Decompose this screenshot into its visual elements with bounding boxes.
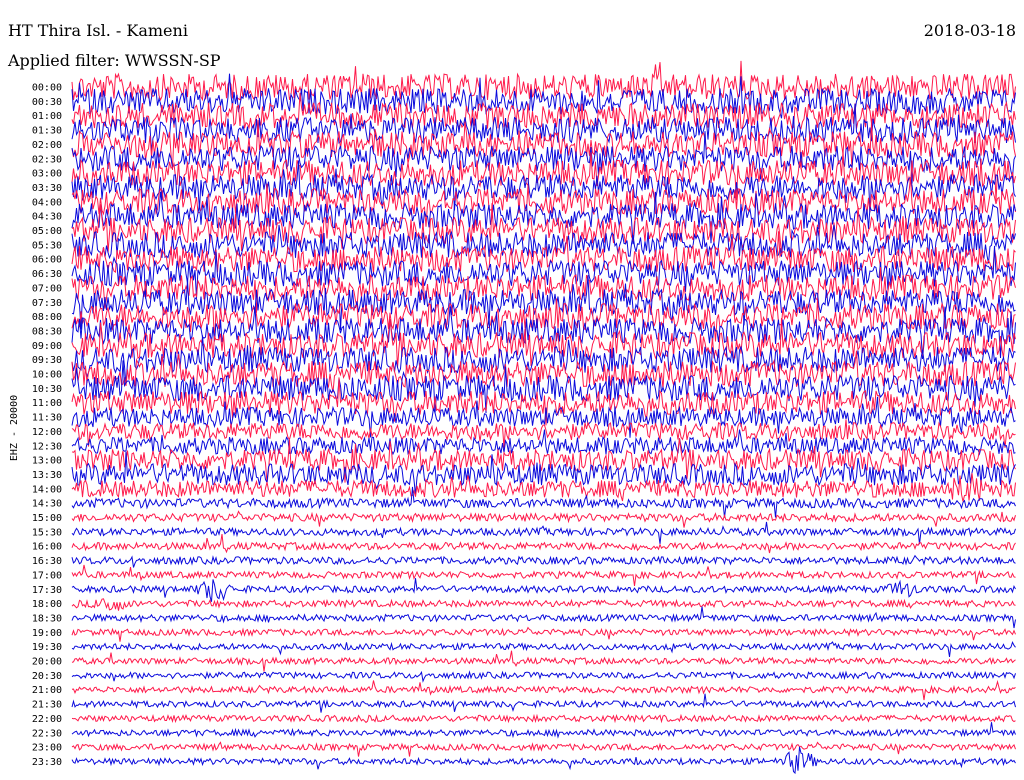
time-tick-label: 10:00 (32, 370, 62, 381)
time-tick-label: 18:30 (32, 613, 62, 624)
time-tick-label: 04:00 (32, 197, 62, 208)
station-title: HT Thira Isl. - Kameni (8, 21, 188, 40)
channel-label: EHZ - 20000 (9, 395, 20, 461)
time-tick-label: 07:00 (32, 283, 62, 294)
time-tick-label: 12:00 (32, 427, 62, 438)
time-tick-label: 23:00 (32, 743, 62, 754)
time-tick-label: 04:30 (32, 212, 62, 223)
time-tick-label: 01:00 (32, 111, 62, 122)
time-tick-label: 19:30 (32, 642, 62, 653)
time-tick-label: 22:30 (32, 728, 62, 739)
time-tick-label: 06:00 (32, 255, 62, 266)
time-tick-label: 05:30 (32, 240, 62, 251)
time-tick-label: 21:30 (32, 700, 62, 711)
time-tick-label: 03:30 (32, 183, 62, 194)
time-tick-label: 11:00 (32, 398, 62, 409)
time-tick-label: 12:30 (32, 441, 62, 452)
time-tick-label: 09:00 (32, 341, 62, 352)
time-tick-label: 14:00 (32, 484, 62, 495)
time-tick-label: 07:30 (32, 298, 62, 309)
time-tick-label: 01:30 (32, 126, 62, 137)
time-tick-label: 00:00 (32, 83, 62, 94)
time-tick-label: 10:30 (32, 384, 62, 395)
time-tick-label: 21:00 (32, 685, 62, 696)
time-tick-label: 22:00 (32, 714, 62, 725)
time-tick-label: 20:00 (32, 657, 62, 668)
time-tick-label: 05:00 (32, 226, 62, 237)
time-tick-label: 02:00 (32, 140, 62, 151)
time-tick-label: 03:00 (32, 169, 62, 180)
time-tick-label: 15:30 (32, 527, 62, 538)
time-tick-label: 18:00 (32, 599, 62, 610)
time-tick-label: 15:00 (32, 513, 62, 524)
time-tick-label: 17:00 (32, 570, 62, 581)
chart-date: 2018-03-18 (924, 21, 1016, 40)
time-tick-label: 14:30 (32, 499, 62, 510)
time-tick-label: 20:30 (32, 671, 62, 682)
time-tick-label: 00:30 (32, 97, 62, 108)
time-tick-label: 16:00 (32, 542, 62, 553)
time-tick-label: 08:30 (32, 326, 62, 337)
time-tick-label: 19:00 (32, 628, 62, 639)
time-tick-label: 09:30 (32, 355, 62, 366)
time-tick-label: 17:30 (32, 585, 62, 596)
helicorder-chart: 00:00 00:30 01:00 01:30 02:00 02:30 03:00 03:30… (0, 0, 1024, 780)
time-tick-label: 16:30 (32, 556, 62, 567)
time-tick-label: 06:30 (32, 269, 62, 280)
filter-label: Applied filter: WWSSN-SP (7, 51, 221, 70)
time-tick-label: 13:30 (32, 470, 62, 481)
time-tick-label: 23:30 (32, 757, 62, 768)
time-tick-label: 13:00 (32, 456, 62, 467)
time-tick-label: 02:30 (32, 154, 62, 165)
time-tick-label: 08:00 (32, 312, 62, 323)
time-tick-label: 11:30 (32, 413, 62, 424)
